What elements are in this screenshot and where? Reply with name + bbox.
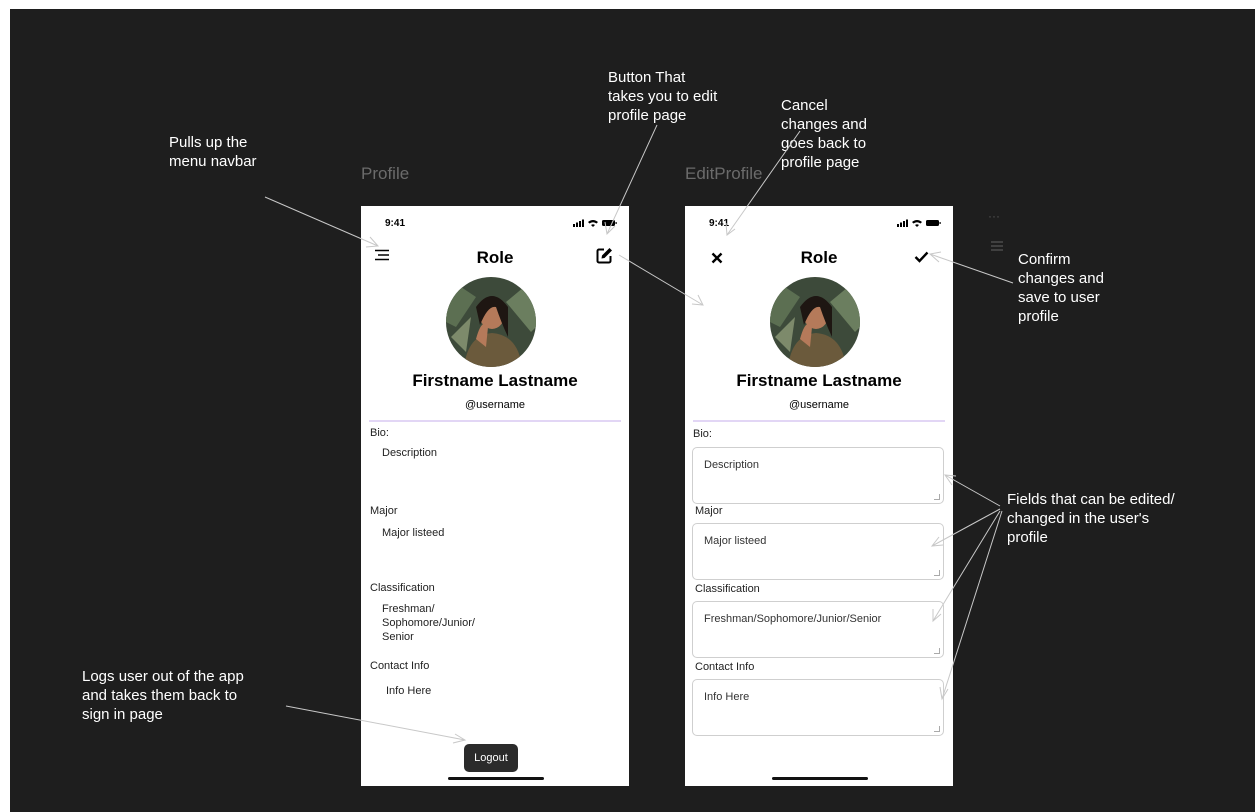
annotation-arrows: [264, 124, 1014, 744]
design-canvas: Profile EditProfile 9:41 Role Firstname …: [10, 9, 1255, 812]
